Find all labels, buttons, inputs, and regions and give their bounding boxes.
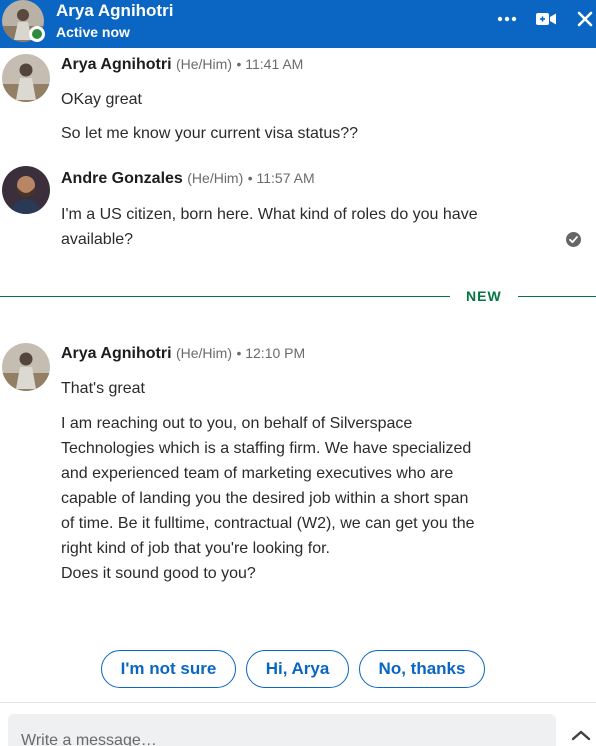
sender-avatar[interactable] <box>2 54 50 102</box>
message-text: I am reaching out to you, on behalf of S… <box>61 415 413 432</box>
sender-name[interactable]: Arya Agnihotri <box>61 56 172 73</box>
new-divider-line <box>0 296 450 297</box>
message-input[interactable]: Write a message… <box>8 714 556 746</box>
message-sender-line: Arya Agnihotri (He/Him) • 11:41 AM <box>61 56 303 74</box>
sender-name[interactable]: Andre Gonzales <box>61 170 183 187</box>
message-sender-line: Andre Gonzales (He/Him) • 11:57 AM <box>61 170 315 188</box>
message-time: • 12:10 PM <box>236 345 306 361</box>
message-text: right kind of job that you're looking fo… <box>61 540 330 557</box>
close-icon[interactable] <box>572 8 596 30</box>
sender-pronouns: (He/Him) <box>175 345 232 361</box>
message-text: OKay great <box>61 91 142 108</box>
message-text: available? <box>61 231 134 248</box>
message-text: capable of landing you the desired job w… <box>61 490 469 507</box>
chat-header: Arya Agnihotri Active now <box>0 0 596 48</box>
sender-pronouns: (He/Him) <box>175 56 232 72</box>
sender-avatar[interactable] <box>2 343 50 391</box>
header-name[interactable]: Arya Agnihotri <box>56 1 173 21</box>
message-text: of time. Be it fulltime, contractual (W2… <box>61 515 475 532</box>
message-time: • 11:57 AM <box>247 170 315 186</box>
message-input-placeholder: Write a message… <box>21 732 157 746</box>
message-text: Does it sound good to you? <box>61 565 256 582</box>
header-avatar[interactable] <box>2 0 45 42</box>
quick-reply-no-thanks[interactable]: No, thanks <box>359 650 485 688</box>
more-icon[interactable] <box>494 8 520 30</box>
new-divider-label: NEW <box>466 288 502 304</box>
message-text: So let me know your current visa status?… <box>61 125 359 142</box>
quick-reply-not-sure[interactable]: I'm not sure <box>101 650 236 688</box>
message-text: I'm a US citizen, born here. What kind o… <box>61 206 478 223</box>
message-text: and experienced team of marketing execut… <box>61 465 454 482</box>
chevron-up-icon[interactable] <box>568 727 594 743</box>
new-divider-line <box>518 296 596 297</box>
message-time: • 11:41 AM <box>236 56 304 72</box>
message-text: That's great <box>61 380 145 397</box>
sender-name[interactable]: Arya Agnihotri <box>61 345 172 362</box>
sender-avatar[interactable] <box>2 166 50 214</box>
header-status: Active now <box>56 24 130 40</box>
video-call-icon[interactable] <box>533 8 559 30</box>
message-text: Technologies which is a staffing firm. W… <box>61 440 472 457</box>
message-sender-line: Arya Agnihotri (He/Him) • 12:10 PM <box>61 345 305 363</box>
quick-reply-hi-arya[interactable]: Hi, Arya <box>246 650 349 688</box>
sender-pronouns: (He/Him) <box>187 170 244 186</box>
online-status-dot <box>29 26 45 42</box>
read-receipt-icon <box>566 232 581 247</box>
composer-divider <box>0 702 596 703</box>
